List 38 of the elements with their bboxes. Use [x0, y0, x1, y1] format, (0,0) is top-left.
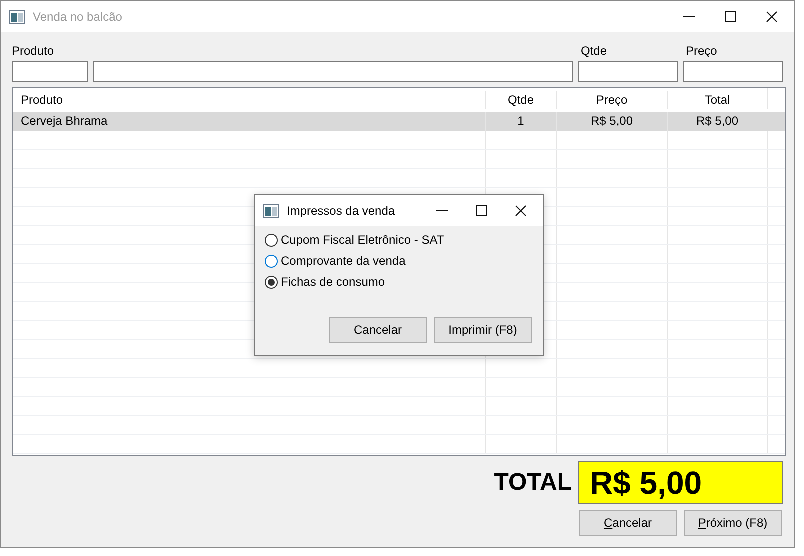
- column-header[interactable]: Preço: [556, 91, 667, 109]
- table-cell: 1: [485, 112, 556, 131]
- table-cell: R$ 5,00: [667, 112, 767, 131]
- cancel-button[interactable]: Cancelar: [579, 510, 677, 536]
- maximize-icon[interactable]: [476, 205, 487, 216]
- window-icon: [9, 10, 25, 24]
- minimize-icon[interactable]: [436, 210, 448, 212]
- print-button[interactable]: Imprimir (F8): [434, 317, 532, 343]
- window-title: Venda no balcão: [33, 8, 122, 26]
- table-cell-text: Cerveja Bhrama: [20, 113, 109, 130]
- column-header[interactable]: Produto: [13, 91, 485, 109]
- radio-option[interactable]: Cupom Fiscal Eletrônico - SAT: [265, 232, 533, 248]
- next-button[interactable]: Próximo (F8): [684, 510, 782, 536]
- input-field[interactable]: [578, 61, 678, 82]
- input-field[interactable]: [93, 61, 573, 82]
- dialog-title: Impressos da venda: [287, 202, 396, 220]
- radio-button[interactable]: [265, 254, 278, 268]
- maximize-icon[interactable]: [725, 11, 736, 22]
- total-label: TOTAL: [494, 468, 572, 498]
- field-label: Qtde: [581, 43, 608, 60]
- table-row[interactable]: Cerveja Bhrama 1 R$ 5,00 R$ 5,00: [13, 112, 785, 131]
- input-field[interactable]: [12, 61, 88, 82]
- window-icon: [263, 204, 279, 218]
- minimize-icon[interactable]: [683, 16, 695, 18]
- table-cell: R$ 5,00: [556, 112, 667, 131]
- radio-option[interactable]: Comprovante da venda: [265, 253, 533, 269]
- column-header[interactable]: Qtde: [485, 91, 556, 109]
- field-label: Produto: [12, 43, 54, 60]
- column-header[interactable]: Total: [667, 91, 767, 109]
- close-icon[interactable]: [766, 10, 778, 22]
- total-value: R$ 5,00: [578, 461, 783, 504]
- cancel-button[interactable]: Cancelar: [329, 317, 427, 343]
- radio-button[interactable]: [265, 234, 278, 246]
- radio-button[interactable]: [265, 276, 278, 288]
- radio-option[interactable]: Fichas de consumo: [265, 274, 533, 290]
- input-field[interactable]: [683, 61, 783, 82]
- field-label: Preço: [686, 43, 718, 60]
- close-icon[interactable]: [515, 204, 527, 216]
